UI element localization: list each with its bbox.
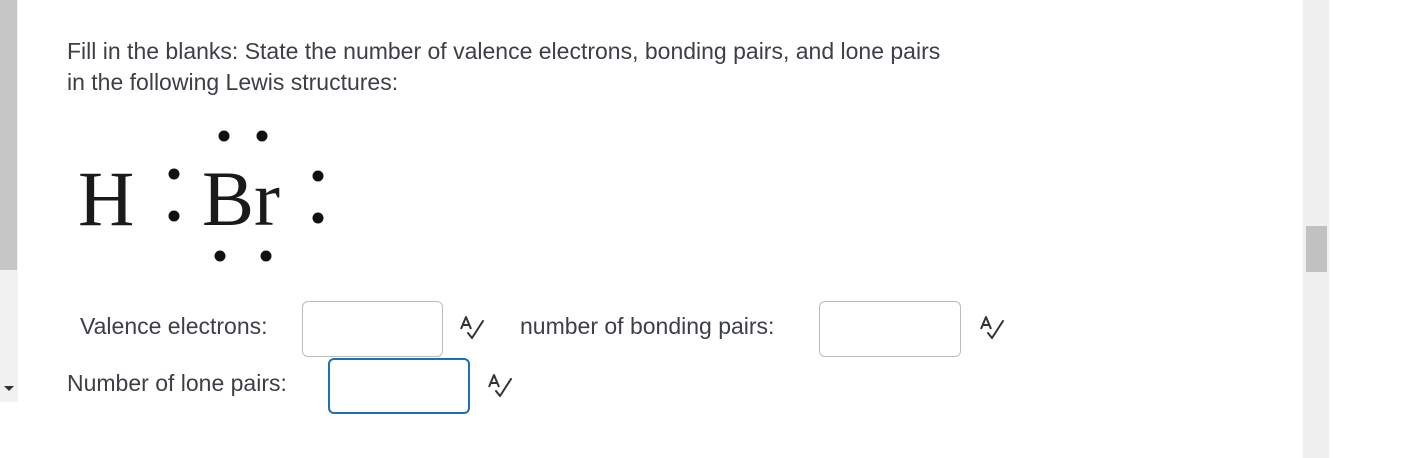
valence-electrons-label: Valence electrons: [80,313,268,339]
right-scrollbar-thumb[interactable] [1306,226,1327,272]
bond-electron [168,168,180,180]
bonding-pairs-label: number of bonding pairs: [520,313,775,339]
lone-pair-electron [214,250,226,262]
lone-pair-electron [260,250,272,262]
left-scrollbar-thumb[interactable] [0,0,17,270]
spellcheck-icon[interactable] [458,315,486,341]
question-line-2: in the following Lewis structures: [67,69,399,95]
valence-electrons-input[interactable] [302,301,443,357]
spellcheck-icon[interactable] [978,315,1006,341]
scroll-down-arrow-icon[interactable] [4,386,14,391]
lewis-structure-hbr: H Br [78,130,324,262]
lone-pair-electron [256,130,268,142]
question-line-1: Fill in the blanks: State the number of … [67,38,941,64]
lone-pair-electron [312,170,324,182]
bond-electron [168,210,180,222]
lone-pairs-input[interactable] [328,358,470,414]
bonding-pairs-input[interactable] [819,301,961,357]
atom-h-label: H [78,155,134,242]
left-scrollbar[interactable] [0,0,18,402]
question-text: Fill in the blanks: State the number of … [67,36,1067,98]
atom-br-label: Br [202,155,280,242]
lone-pair-electron [312,212,324,224]
lone-pairs-label: Number of lone pairs: [67,370,287,396]
lone-pair-electron [218,130,230,142]
spellcheck-icon[interactable] [486,373,514,399]
